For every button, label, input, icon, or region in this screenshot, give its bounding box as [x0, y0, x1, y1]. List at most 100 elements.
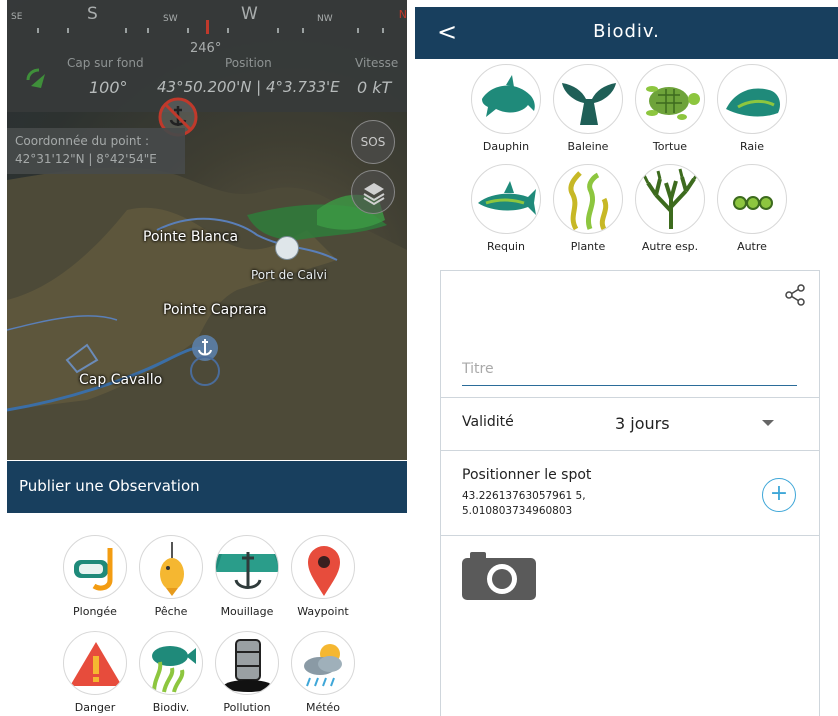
page-title: Biodiv.	[593, 21, 660, 42]
point-coordinates-box: Coordonnée du point : 42°31'12"N | 8°42'…	[7, 128, 185, 174]
position-coordinates: 43.22613763057961 5, 5.010803734960803	[462, 490, 586, 517]
row-divider	[440, 397, 820, 398]
species-plante[interactable]: Plante	[548, 164, 628, 253]
layers-button[interactable]	[351, 170, 395, 214]
species-autre[interactable]: Autre	[712, 164, 792, 253]
compass-s: S	[87, 4, 98, 24]
species-dauphin[interactable]: Dauphin	[466, 64, 546, 153]
position-label: Positionner le spot	[462, 467, 592, 483]
observation-meteo[interactable]: Météo	[287, 631, 359, 714]
more-dots-icon	[733, 196, 773, 210]
compass-w: W	[241, 4, 258, 24]
fish-plant-icon	[152, 646, 196, 693]
metric-cog-value: 100°	[89, 78, 128, 97]
navigation-bar: SE S SW W NW N 246° Cap sur fond 100° Po…	[7, 0, 407, 112]
observation-circle	[63, 535, 127, 599]
compass-tick	[187, 28, 189, 33]
place-cap-cavallo: Cap Cavallo	[79, 372, 163, 388]
observation-circle	[215, 631, 279, 695]
fish-hook-icon	[160, 542, 184, 596]
observation-plongee[interactable]: Plongée	[59, 535, 131, 618]
species-label: Raie	[740, 140, 764, 153]
title-input[interactable]	[462, 352, 797, 386]
observation-label: Plongée	[73, 605, 117, 618]
species-label: Autre esp.	[641, 240, 699, 253]
screenshot-root: SE S SW W NW N 246° Cap sur fond 100° Po…	[0, 0, 838, 716]
layers-icon	[363, 183, 385, 206]
observation-label: Mouillage	[220, 605, 274, 618]
compass-strip: SE S SW W NW N	[7, 0, 407, 40]
observation-circle	[291, 631, 355, 695]
coord-title: Coordonnée du point :	[15, 134, 150, 148]
coord-value: 42°31'12"N | 8°42'54"E	[15, 152, 157, 166]
dolphin-icon	[482, 75, 535, 117]
species-circle	[471, 64, 541, 134]
compass-tick	[277, 28, 279, 33]
compass-tick	[357, 28, 359, 33]
row-divider	[440, 450, 820, 451]
compass-se: SE	[11, 12, 23, 22]
observation-mouillage[interactable]: Mouillage	[211, 535, 283, 618]
species-autre-esp[interactable]: Autre esp.	[630, 164, 710, 253]
place-pointe-blanca: Pointe Blanca	[143, 229, 239, 245]
metric-speed-label: Vitesse	[355, 56, 399, 70]
compass-tick	[302, 28, 304, 33]
compass-nw: NW	[317, 14, 333, 24]
observation-label: Pêche	[154, 605, 188, 618]
validity-select[interactable]: 3 jours	[615, 414, 670, 433]
species-label: Plante	[570, 240, 606, 253]
observation-circle	[291, 535, 355, 599]
anchor-marker-icon[interactable]	[190, 333, 220, 389]
warning-icon	[70, 642, 122, 686]
shark-icon	[478, 181, 536, 215]
observation-biodiv[interactable]: Biodiv.	[135, 631, 207, 714]
map-pin-icon	[308, 546, 340, 596]
compass-tick	[125, 28, 127, 33]
biodiv-screen: < Biodiv. Dauphin Baleine Tortue Raie Re…	[415, 0, 838, 716]
species-requin[interactable]: Requin	[466, 164, 546, 253]
species-label: Tortue	[652, 140, 688, 153]
observation-label: Biodiv.	[152, 701, 190, 714]
row-divider	[440, 535, 820, 536]
observation-waypoint[interactable]: Waypoint	[287, 535, 359, 618]
snorkel-icon	[74, 548, 113, 591]
compass-tick	[227, 28, 229, 33]
place-pointe-caprara: Pointe Caprara	[163, 302, 267, 318]
biodiv-header: < Biodiv.	[415, 7, 838, 59]
turtle-icon	[646, 86, 700, 120]
add-position-button[interactable]: +	[762, 478, 796, 512]
metric-speed-value: 0 kT	[357, 78, 392, 97]
seaweed-icon	[568, 171, 609, 231]
species-baleine[interactable]: Baleine	[548, 64, 628, 153]
observation-circle	[139, 631, 203, 695]
observation-danger[interactable]: Danger	[59, 631, 131, 714]
heading-value: 246°	[190, 41, 222, 56]
heading-marker	[206, 20, 209, 34]
camera-icon[interactable]	[462, 548, 536, 600]
species-circle	[471, 164, 541, 234]
publish-header: Publier une Observation	[7, 461, 407, 513]
species-tortue[interactable]: Tortue	[630, 64, 710, 153]
species-raie[interactable]: Raie	[712, 64, 792, 153]
species-circle	[717, 164, 787, 234]
metric-position-label: Position	[225, 56, 272, 70]
compass-n: N	[398, 8, 407, 21]
species-circle	[717, 64, 787, 134]
species-circle	[553, 64, 623, 134]
metric-position-value: 43°50.200'N | 4°3.733'E	[157, 78, 340, 96]
dropdown-caret-icon[interactable]	[762, 420, 774, 426]
observation-grid: Plongée Pêche Mouillage Waypoint Danger …	[7, 513, 407, 716]
species-circle	[635, 64, 705, 134]
observation-pollution[interactable]: Pollution	[211, 631, 283, 714]
compass-tick	[147, 28, 149, 33]
compass-sw: SW	[163, 14, 178, 24]
weather-icon	[304, 644, 342, 687]
observation-peche[interactable]: Pêche	[135, 535, 207, 618]
observation-label: Météo	[305, 701, 341, 714]
sos-button[interactable]: SOS	[351, 120, 395, 164]
metric-cog-label: Cap sur fond	[67, 56, 144, 70]
harbor-icon[interactable]	[275, 236, 299, 260]
whale-tail-icon	[562, 83, 616, 125]
share-icon[interactable]	[783, 283, 807, 307]
validity-label: Validité	[462, 414, 514, 430]
